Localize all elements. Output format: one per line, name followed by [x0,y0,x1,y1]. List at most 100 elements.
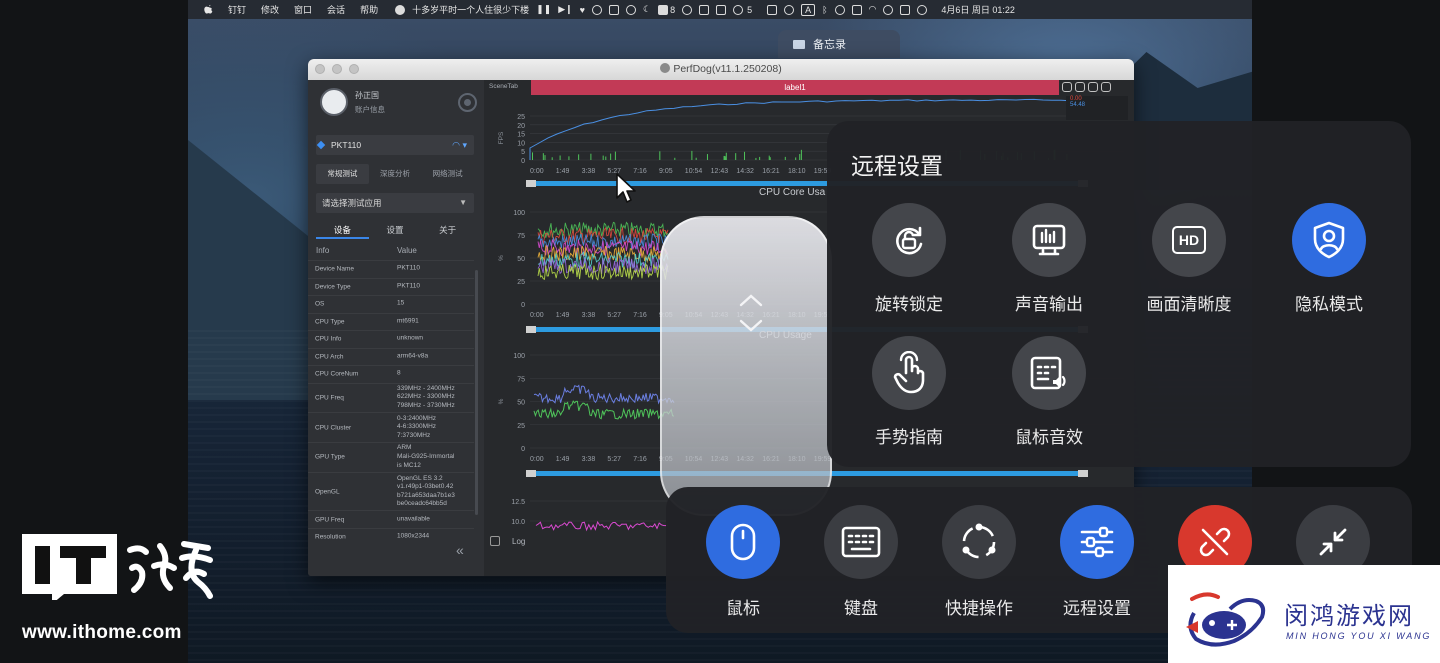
wifi-icon[interactable]: ◠ [869,4,877,15]
close-window-button[interactable] [315,64,325,74]
remote-settings-button[interactable]: 远程设置 [1038,505,1156,619]
status-icon-4[interactable] [682,4,693,15]
privacy-mode-button[interactable]: 隐私模式 [1259,203,1399,315]
info-value: unavailable [397,515,430,524]
status-icon-8[interactable] [851,4,862,15]
tab-network-test[interactable]: 网络测试 [421,164,474,184]
sound-output-label: 声音输出 [1015,295,1083,314]
mouse-sound-icon [1012,336,1086,410]
next-track-icon[interactable]: ▶❙ [558,4,572,15]
apple-icon[interactable] [203,4,214,15]
label-bar[interactable]: label1 [531,80,1059,95]
perfdog-sidebar: 孙正国 账户信息 PKT110 ◠ ▾ 常规测试 深度分析 网络测试 请选择测试… [308,80,484,576]
user-name[interactable]: 孙正国 [355,90,379,101]
menu-datetime[interactable]: 4月6日 周日 01:22 [941,3,1015,16]
status-icon-5[interactable] [699,4,710,15]
music-app-icon[interactable] [395,4,406,15]
avatar[interactable] [320,88,348,116]
tab-device[interactable]: 设备 [316,221,369,239]
siri-icon[interactable] [917,4,928,15]
status-icon-6[interactable] [784,4,795,15]
quick-actions-button[interactable]: 快捷操作 [920,505,1038,619]
heart-icon[interactable]: ♥ [580,5,585,15]
minimize-window-button[interactable] [332,64,342,74]
floating-drag-handle[interactable] [660,216,832,516]
resolution-button[interactable]: HD 画面清晰度 [1119,203,1259,315]
spotlight-icon[interactable] [883,4,894,15]
menu-item-edit[interactable]: 修改 [261,3,279,16]
y-tick-label: 15 [517,132,525,139]
log-label[interactable]: Log [512,537,525,546]
notes-window-tab[interactable]: 备忘录 [778,30,900,58]
tab-regular-test[interactable]: 常规测试 [316,164,369,184]
mouse-mode-button[interactable]: 鼠标 [684,505,802,619]
rotate-lock-button[interactable]: 旋转锁定 [839,203,979,315]
device-name: PKT110 [331,140,362,150]
menu-item-window[interactable]: 窗口 [294,3,312,16]
app-select[interactable]: 请选择测试应用 ▼ [316,193,474,213]
time-tick-label: 18:10 [788,168,806,175]
user-row: 孙正国 账户信息 [320,88,480,118]
wechat-icon[interactable] [733,4,744,15]
hd-icon: HD [1152,203,1226,277]
gesture-guide-button[interactable]: 手势指南 [839,336,979,448]
mouse-sound-label: 鼠标音效 [1015,428,1083,447]
tab-settings[interactable]: 设置 [369,221,422,239]
mouse-sound-button[interactable]: 鼠标音效 [979,336,1119,448]
account-info-link[interactable]: 账户信息 [355,104,385,115]
status-icon-1[interactable] [592,4,602,15]
log-toggle-icon[interactable] [490,536,500,546]
input-method-icon[interactable]: A [801,3,816,16]
keyboard-button[interactable]: 键盘 [802,505,920,619]
pause-icon[interactable]: ❚❚ [536,4,551,15]
info-value: 1080x2344 [397,533,429,542]
display-icon[interactable] [716,4,727,15]
hd-icon-text: HD [1172,226,1206,254]
status-icon-7[interactable] [834,4,845,15]
info-row: GPU Type ARM Mali-G925-Immortal is MC12 [308,442,474,472]
y-tick-label: 0 [521,302,525,309]
scene-tab[interactable]: SceneTab [489,83,518,90]
remote-settings-label: 远程设置 [1063,599,1131,618]
device-select[interactable]: PKT110 ◠ ▾ [316,135,474,155]
info-row: Device Name PKT110 [308,260,474,278]
sidebar-scrollbar[interactable] [475,270,478,515]
menu-item-session[interactable]: 会话 [327,3,345,16]
pin-icon[interactable] [1075,82,1085,92]
time-tick-label: 1:49 [556,312,570,319]
moon-icon[interactable]: ☾ [643,4,651,15]
notification-icon[interactable] [658,4,669,15]
now-playing-text[interactable]: 十多岁平时一个人住很少下楼 [412,3,529,16]
volume-icon[interactable] [767,4,778,15]
cloud-icon[interactable] [1101,82,1111,92]
test-mode-tabs: 常规测试 深度分析 网络测试 [316,164,474,184]
info-value-line: 339MHz - 2400MHz [397,385,455,392]
sound-output-button[interactable]: 声音输出 [979,203,1119,315]
menu-item-dingtalk[interactable]: 钉钉 [228,3,246,16]
time-tick-label: 9:05 [659,168,673,175]
gesture-guide-label: 手势指南 [875,428,943,447]
ithome-calligraphy-mark [127,541,213,599]
bluetooth-icon[interactable]: ᛒ [822,5,827,15]
menu-item-help[interactable]: 帮助 [360,3,378,16]
remote-settings-title: 远程设置 [851,153,943,179]
wechat-count: 5 [747,4,753,15]
status-icon-3[interactable] [626,4,636,15]
info-key: CPU Arch [315,353,344,361]
settings-circle-icon[interactable] [458,93,477,112]
time-tick-label: 3:38 [582,312,596,319]
info-row: CPU Type mt6991 [308,312,474,331]
info-value-line: PKT110 [397,282,421,290]
control-center-icon[interactable] [900,4,911,15]
zoom-window-button[interactable] [349,64,359,74]
folder-open-icon[interactable] [1088,82,1098,92]
tab-about[interactable]: 关于 [421,221,474,239]
location-icon[interactable] [1062,82,1072,92]
menu-bar: 钉钉 修改 窗口 会话 帮助 十多岁平时一个人住很少下楼 ❚❚ ▶❙ ♥ ☾ 8… [188,0,1252,19]
info-value: arm64-v8a [397,352,428,361]
window-titlebar[interactable]: PerfDog(v11.1.250208) [308,59,1134,80]
collapse-sidebar-icon[interactable]: « [456,542,464,558]
y-tick-label: 100 [513,210,525,217]
tab-deep-analysis[interactable]: 深度分析 [369,164,422,184]
status-icon-2[interactable] [609,4,619,15]
